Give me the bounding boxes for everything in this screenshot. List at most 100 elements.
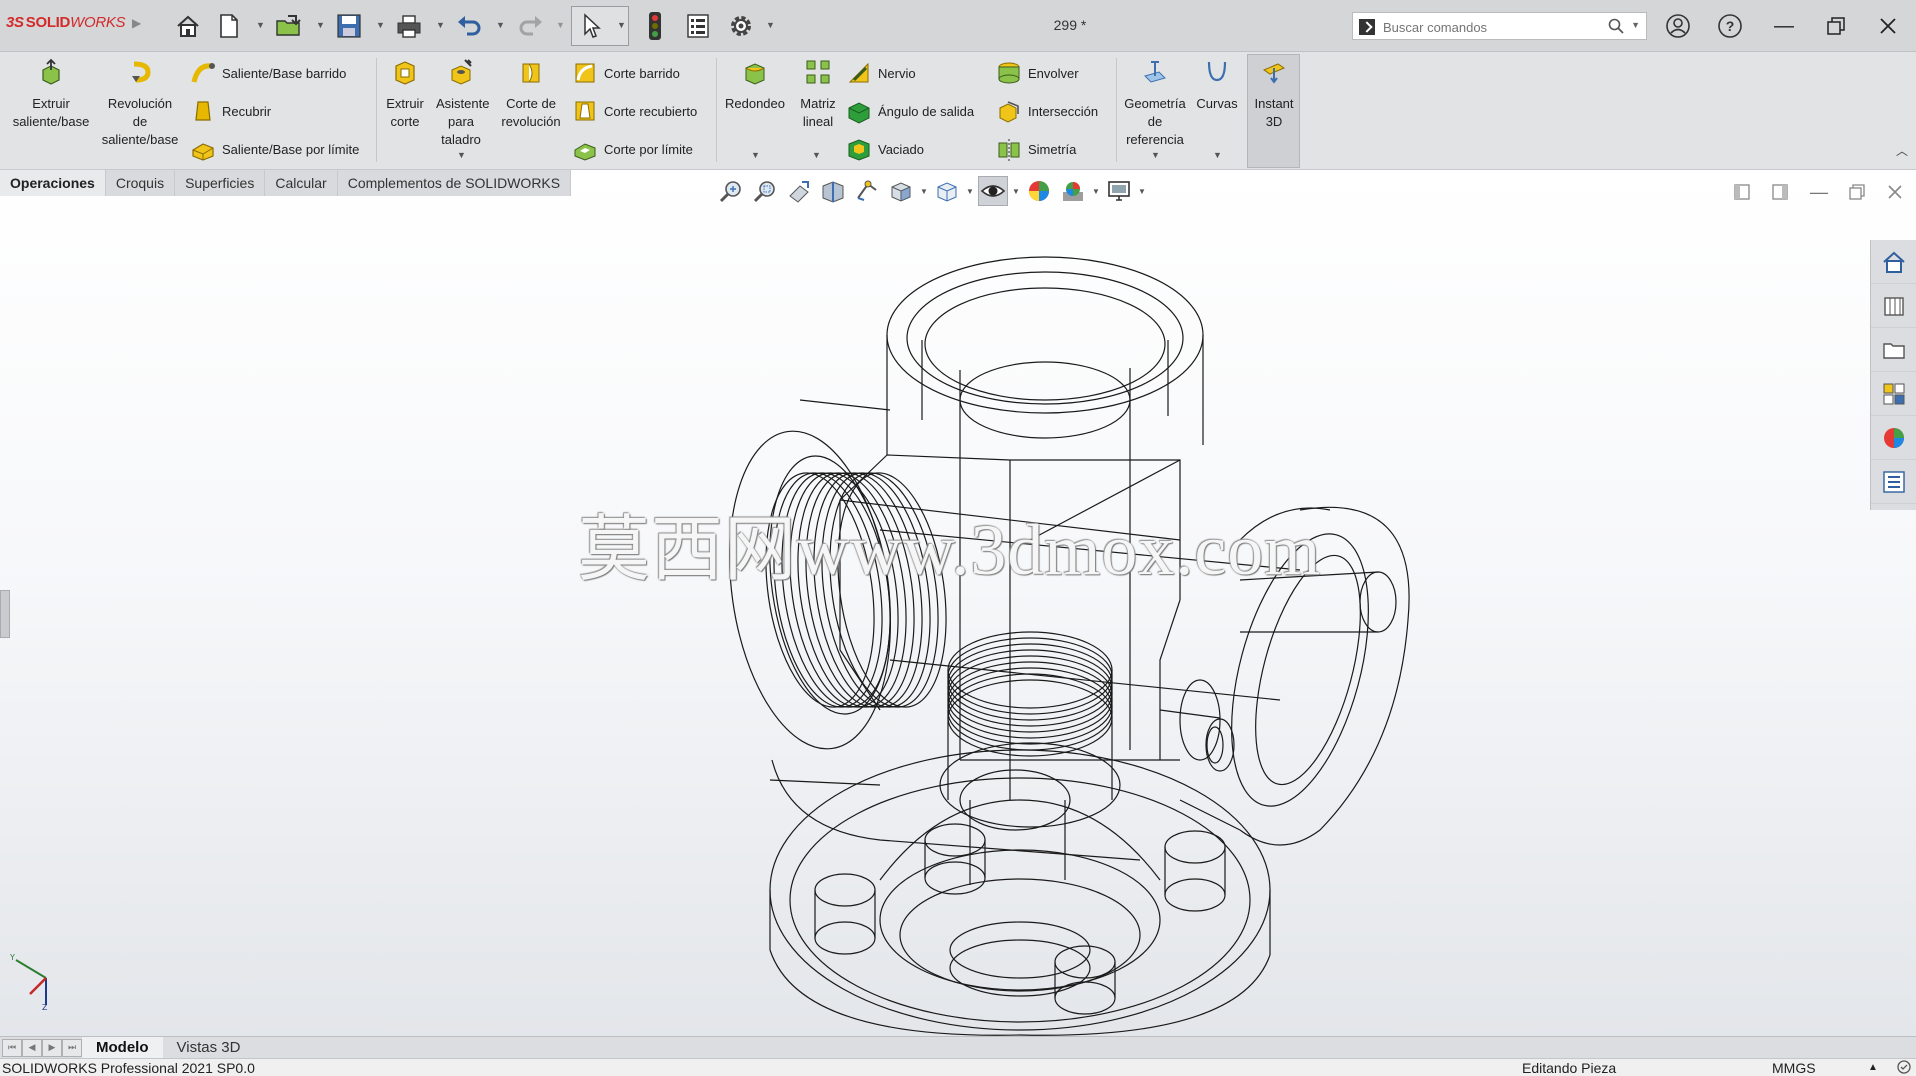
undo-button[interactable] <box>452 8 486 44</box>
solidworks-resources-button[interactable] <box>1871 240 1916 284</box>
file-explorer-button[interactable] <box>1871 328 1916 372</box>
restore-window-button[interactable] <box>1816 10 1856 42</box>
boundary-boss-button[interactable]: Saliente/Base por límite <box>190 134 359 164</box>
instant3d-toggle[interactable]: Instant 3D <box>1248 58 1300 131</box>
collapse-ribbon-chevron-up-icon[interactable]: ︿ <box>1896 142 1908 159</box>
redo-dropdown-chevron-icon[interactable]: ▼ <box>556 20 565 30</box>
user-account-button[interactable] <box>1658 10 1698 42</box>
section-view-button[interactable] <box>818 176 848 206</box>
save-button[interactable] <box>332 8 366 44</box>
fillet-dropdown-chevron-icon[interactable]: ▼ <box>751 150 760 160</box>
appearances-button[interactable] <box>1871 416 1916 460</box>
scene-dropdown-chevron-icon[interactable]: ▼ <box>1092 187 1100 196</box>
status-expand-chevron-up-icon[interactable]: ▲ <box>1868 1062 1878 1073</box>
revolve-boss-button[interactable]: Revolución de saliente/base <box>96 58 184 149</box>
redo-button[interactable] <box>514 8 548 44</box>
extrude-boss-button[interactable]: Extruir saliente/base <box>6 58 96 131</box>
select-button[interactable] <box>574 8 608 44</box>
zoom-to-area-button[interactable] <box>750 176 780 206</box>
mirror-button[interactable]: Simetría <box>996 134 1076 164</box>
swept-cut-button[interactable]: Corte barrido <box>572 58 680 88</box>
open-dropdown-chevron-icon[interactable]: ▼ <box>316 20 325 30</box>
boundary-cut-button[interactable]: Corte por límite <box>572 134 693 164</box>
reference-geometry-dropdown-chevron-icon[interactable]: ▼ <box>1151 150 1160 160</box>
hide-show-items-button[interactable] <box>978 176 1008 206</box>
prev-tab-icon[interactable]: ◀ <box>22 1038 42 1057</box>
reference-geometry-button[interactable]: Geometría de referencia <box>1120 58 1190 149</box>
revolve-cut-button[interactable]: Corte de revolución <box>494 58 568 131</box>
tab-model[interactable]: Modelo <box>82 1036 163 1059</box>
first-tab-icon[interactable]: ⏮ <box>2 1038 22 1057</box>
shell-button[interactable]: Vaciado <box>846 134 924 164</box>
previous-view-button[interactable] <box>784 176 814 206</box>
unit-system-button[interactable]: MMGS <box>1772 1060 1816 1076</box>
options-dropdown-chevron-icon[interactable]: ▼ <box>766 20 775 30</box>
minimize-document-button[interactable]: — <box>1804 180 1834 204</box>
close-window-button[interactable] <box>1868 10 1908 42</box>
menu-expand-arrow-icon[interactable]: ▶ <box>132 16 141 30</box>
next-tab-icon[interactable]: ▶ <box>42 1038 62 1057</box>
zoom-to-fit-button[interactable] <box>716 176 746 206</box>
close-document-button[interactable] <box>1880 180 1910 204</box>
view-orientation-dropdown-chevron-icon[interactable]: ▼ <box>920 187 928 196</box>
options-button[interactable] <box>724 8 758 44</box>
home-button[interactable] <box>170 8 206 44</box>
curves-button[interactable]: Curvas <box>1190 58 1244 113</box>
intersect-button[interactable]: Intersección <box>996 96 1098 126</box>
view-palette-button[interactable] <box>1871 372 1916 416</box>
draft-button[interactable]: Ángulo de salida <box>846 96 974 126</box>
linear-pattern-dropdown-chevron-icon[interactable]: ▼ <box>812 150 821 160</box>
search-icon[interactable] <box>1608 18 1624 37</box>
custom-properties-button[interactable] <box>1871 460 1916 504</box>
select-dropdown-chevron-icon[interactable]: ▼ <box>617 20 626 30</box>
tab-evaluate[interactable]: Calcular <box>265 170 338 196</box>
last-tab-icon[interactable]: ⏭ <box>62 1038 82 1057</box>
tab-sketch[interactable]: Croquis <box>105 170 176 196</box>
notification-icon[interactable] <box>1896 1060 1912 1076</box>
fillet-button[interactable]: Redondeo <box>720 58 790 113</box>
edit-appearance-button[interactable] <box>1024 176 1054 206</box>
new-document-button[interactable] <box>214 8 244 44</box>
view-orientation-button[interactable] <box>886 176 916 206</box>
dynamic-annotation-views-button[interactable] <box>852 176 882 206</box>
apply-scene-button[interactable] <box>1058 176 1088 206</box>
print-button[interactable] <box>392 8 426 44</box>
undo-dropdown-chevron-icon[interactable]: ▼ <box>496 20 505 30</box>
tab-solidworks-addins[interactable]: Complementos de SOLIDWORKS <box>337 170 572 196</box>
save-dropdown-chevron-icon[interactable]: ▼ <box>376 20 385 30</box>
wireframe-model[interactable] <box>680 240 1420 1040</box>
print-dropdown-chevron-icon[interactable]: ▼ <box>436 20 445 30</box>
hole-wizard-dropdown-chevron-icon[interactable]: ▼ <box>457 150 466 160</box>
curves-dropdown-chevron-icon[interactable]: ▼ <box>1213 150 1222 160</box>
wrap-button[interactable]: Envolver <box>996 58 1079 88</box>
solidworks-logo[interactable]: 3S SOLIDWORKS <box>6 14 126 31</box>
loft-boss-button[interactable]: Recubrir <box>190 96 271 126</box>
design-library-button[interactable] <box>1871 284 1916 328</box>
tile-left-button[interactable] <box>1727 180 1757 204</box>
display-style-dropdown-chevron-icon[interactable]: ▼ <box>966 187 974 196</box>
new-dropdown-chevron-icon[interactable]: ▼ <box>256 20 265 30</box>
view-settings-button[interactable] <box>1104 176 1134 206</box>
tab-3d-views[interactable]: Vistas 3D <box>163 1037 255 1059</box>
tab-surfaces[interactable]: Superficies <box>175 170 266 196</box>
hide-show-dropdown-chevron-icon[interactable]: ▼ <box>1012 187 1020 196</box>
search-dropdown-chevron-icon[interactable]: ▼ <box>1631 20 1640 30</box>
search-commands-input[interactable] <box>1383 17 1603 37</box>
feature-manager-expand-handle[interactable] <box>0 590 10 638</box>
file-properties-button[interactable] <box>682 8 714 44</box>
rebuild-button[interactable] <box>640 8 670 44</box>
swept-boss-button[interactable]: Saliente/Base barrido <box>190 58 346 88</box>
extrude-cut-button[interactable]: Extruir corte <box>380 58 430 131</box>
help-button[interactable]: ? <box>1710 10 1750 42</box>
hole-wizard-button[interactable]: Asistente para taladro <box>430 58 492 149</box>
linear-pattern-button[interactable]: Matriz lineal <box>790 58 846 131</box>
minimize-window-button[interactable]: — <box>1764 10 1804 42</box>
display-style-button[interactable] <box>932 176 962 206</box>
open-button[interactable] <box>272 8 306 44</box>
rib-button[interactable]: Nervio <box>846 58 916 88</box>
tile-right-button[interactable] <box>1765 180 1795 204</box>
loft-cut-button[interactable]: Corte recubierto <box>572 96 697 126</box>
view-settings-dropdown-chevron-icon[interactable]: ▼ <box>1138 187 1146 196</box>
restore-document-button[interactable] <box>1842 180 1872 204</box>
tab-features[interactable]: Operaciones <box>0 170 106 196</box>
